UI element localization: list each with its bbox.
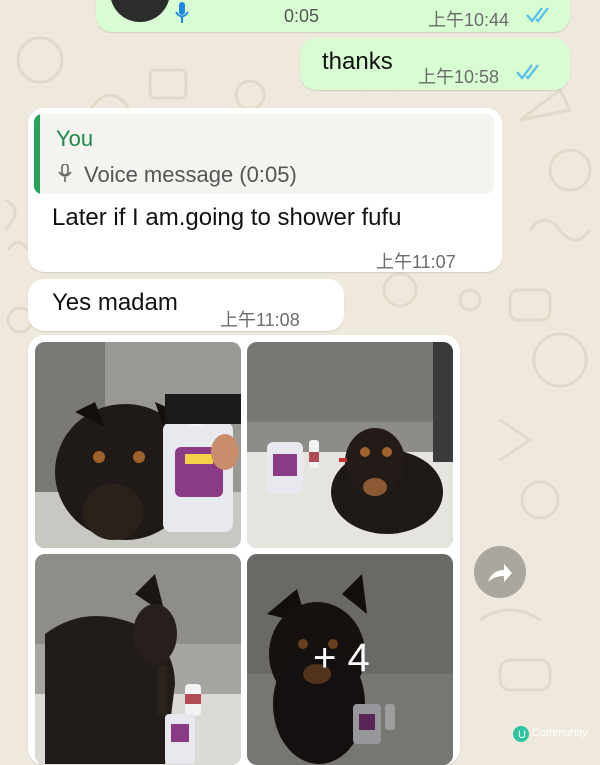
- message-text: Later if I am.going to shower fufu: [52, 204, 402, 231]
- double-check-icon: [516, 63, 544, 86]
- voice-duration: 0:05: [284, 6, 320, 26]
- message-text: thanks: [322, 48, 393, 75]
- svg-text:U: U: [518, 729, 526, 741]
- quote-author: You: [56, 126, 94, 151]
- more-photos-count: + 4: [313, 636, 370, 680]
- double-check-icon: [526, 6, 554, 29]
- message-time: 上午10:44: [428, 10, 510, 30]
- photo-album-bubble[interactable]: + 4: [28, 335, 460, 765]
- message-bubble-outgoing[interactable]: thanks 上午10:58: [300, 38, 570, 90]
- message-time: 上午11:07: [376, 252, 456, 272]
- photo-thumbnail-more[interactable]: + 4: [247, 554, 453, 765]
- mic-icon: [58, 163, 72, 189]
- avatar: [110, 0, 170, 22]
- mic-icon: [174, 2, 190, 31]
- community-watermark: U Community: [512, 724, 592, 749]
- message-bubble-incoming[interactable]: You Voice message (0:05) Later if I am.g…: [28, 108, 502, 272]
- quoted-message[interactable]: You Voice message (0:05): [34, 114, 494, 194]
- watermark-text: Community: [532, 727, 588, 739]
- message-time: 上午11:08: [220, 310, 300, 330]
- message-bubble-incoming[interactable]: Yes madam 上午11:08: [28, 279, 344, 331]
- message-text: Yes madam: [52, 289, 178, 316]
- quote-text: Voice message (0:05): [84, 162, 297, 187]
- photo-thumbnail[interactable]: [247, 342, 453, 548]
- forward-button[interactable]: [474, 546, 526, 598]
- voice-message-bubble-outgoing[interactable]: 0:05 上午10:44: [96, 0, 570, 32]
- photo-thumbnail[interactable]: [35, 342, 241, 548]
- message-time: 上午10:58: [418, 67, 500, 87]
- quote-accent-bar: [34, 114, 40, 194]
- forward-icon: [486, 560, 514, 589]
- photo-thumbnail[interactable]: [35, 554, 241, 765]
